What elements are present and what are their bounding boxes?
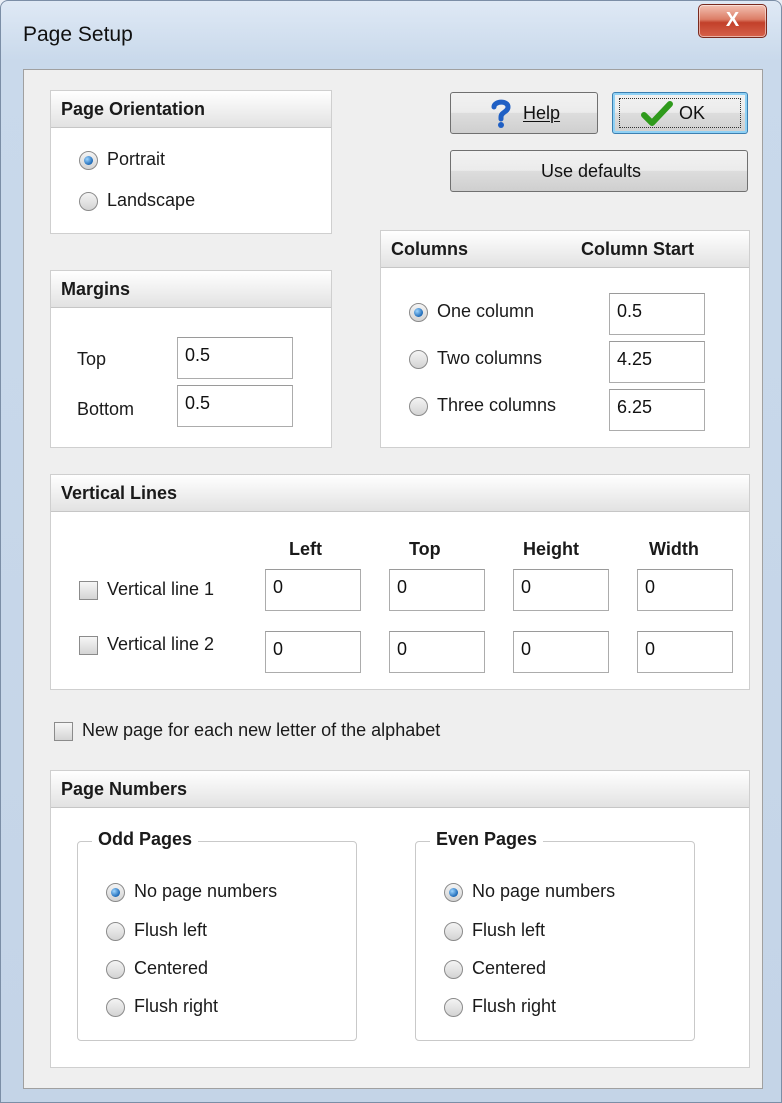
vertical-lines-title: Vertical Lines — [61, 483, 178, 503]
odd-flush-right-radio[interactable] — [106, 998, 125, 1017]
even-pages-group: Even Pages No page numbers Flush left Ce… — [415, 829, 695, 1041]
dialog-body: Page Orientation Portrait Landscape Help… — [23, 69, 763, 1089]
vertical-line-2-label[interactable]: Vertical line 2 — [107, 634, 214, 655]
one-column-label[interactable]: One column — [437, 301, 534, 322]
vl1-width-field[interactable]: 0 — [637, 569, 733, 611]
two-columns-radio[interactable] — [409, 350, 428, 369]
odd-no-numbers-radio[interactable] — [106, 883, 125, 902]
even-no-numbers-radio[interactable] — [444, 883, 463, 902]
column-start-1-field[interactable]: 0.5 — [609, 293, 705, 335]
alphabet-new-page-checkbox[interactable] — [54, 722, 73, 741]
three-columns-label[interactable]: Three columns — [437, 395, 556, 416]
orientation-title: Page Orientation — [61, 99, 206, 119]
odd-pages-group: Odd Pages No page numbers Flush left Cen… — [77, 829, 357, 1041]
close-button[interactable]: X — [698, 4, 767, 38]
odd-pages-title: Odd Pages — [92, 829, 199, 850]
ok-button-label: OK — [679, 103, 706, 123]
even-no-numbers-label[interactable]: No page numbers — [472, 881, 615, 902]
column-start-2-field[interactable]: 4.25 — [609, 341, 705, 383]
page-numbers-header: Page Numbers — [51, 771, 749, 808]
margin-bottom-label: Bottom — [77, 399, 135, 419]
odd-no-numbers-label[interactable]: No page numbers — [134, 881, 277, 902]
alphabet-new-page-label[interactable]: New page for each new letter of the alph… — [82, 720, 440, 741]
checkmark-icon — [641, 101, 673, 126]
close-icon: X — [725, 9, 740, 31]
vl2-left-field[interactable]: 0 — [265, 631, 361, 673]
even-flush-left-radio[interactable] — [444, 922, 463, 941]
orientation-header: Page Orientation — [51, 91, 331, 128]
margins-header: Margins — [51, 271, 331, 308]
column-start-3-field[interactable]: 6.25 — [609, 389, 705, 431]
help-button[interactable]: Help — [450, 92, 598, 134]
margin-top-label: Top — [77, 349, 107, 369]
even-pages-title: Even Pages — [430, 829, 544, 850]
three-columns-radio[interactable] — [409, 397, 428, 416]
even-centered-label[interactable]: Centered — [472, 958, 546, 979]
use-defaults-label: Use defaults — [541, 161, 642, 181]
margin-top-field[interactable]: 0.5 — [177, 337, 293, 379]
columns-panel: Columns Column Start One column 0.5 Two … — [380, 230, 750, 448]
odd-flush-left-radio[interactable] — [106, 922, 125, 941]
window-title: Page Setup — [23, 23, 133, 46]
vertical-line-1-checkbox[interactable] — [79, 581, 98, 600]
page-numbers-panel: Page Numbers Odd Pages No page numbers F… — [50, 770, 750, 1068]
margin-bottom-field[interactable]: 0.5 — [177, 385, 293, 427]
landscape-radio[interactable] — [79, 192, 98, 211]
vl1-top-field[interactable]: 0 — [389, 569, 485, 611]
orientation-panel: Page Orientation Portrait Landscape — [50, 90, 332, 234]
vertical-line-1-label[interactable]: Vertical line 1 — [107, 579, 214, 600]
columns-header: Columns Column Start — [381, 231, 749, 268]
vertical-lines-panel: Vertical Lines Left Top Height Width Ver… — [50, 474, 750, 690]
margins-panel: Margins Top 0.5 Bottom 0.5 — [50, 270, 332, 448]
page-numbers-title: Page Numbers — [61, 779, 188, 799]
question-mark-icon — [491, 99, 511, 128]
ok-button[interactable]: OK — [612, 92, 748, 134]
col-header-height: Height — [523, 539, 579, 559]
vl2-width-field[interactable]: 0 — [637, 631, 733, 673]
vl1-left-field[interactable]: 0 — [265, 569, 361, 611]
col-header-width: Width — [649, 539, 699, 559]
odd-flush-left-label[interactable]: Flush left — [134, 920, 207, 941]
even-flush-right-radio[interactable] — [444, 998, 463, 1017]
portrait-radio[interactable] — [79, 151, 98, 170]
vl2-height-field[interactable]: 0 — [513, 631, 609, 673]
portrait-label[interactable]: Portrait — [107, 149, 165, 170]
columns-title: Columns — [391, 239, 469, 259]
use-defaults-button[interactable]: Use defaults — [450, 150, 748, 192]
vertical-lines-header: Vertical Lines — [51, 475, 749, 512]
column-start-title: Column Start — [581, 239, 695, 259]
col-header-left: Left — [289, 539, 322, 559]
odd-flush-right-label[interactable]: Flush right — [134, 996, 218, 1017]
two-columns-label[interactable]: Two columns — [437, 348, 542, 369]
page-setup-window: Page Setup X Page Orientation Portrait L… — [0, 0, 782, 1103]
one-column-radio[interactable] — [409, 303, 428, 322]
margins-title: Margins — [61, 279, 131, 299]
landscape-label[interactable]: Landscape — [107, 190, 195, 211]
help-button-label: Help — [523, 103, 561, 123]
even-centered-radio[interactable] — [444, 960, 463, 979]
odd-centered-label[interactable]: Centered — [134, 958, 208, 979]
vl2-top-field[interactable]: 0 — [389, 631, 485, 673]
even-flush-left-label[interactable]: Flush left — [472, 920, 545, 941]
even-flush-right-label[interactable]: Flush right — [472, 996, 556, 1017]
col-header-top: Top — [409, 539, 441, 559]
odd-centered-radio[interactable] — [106, 960, 125, 979]
vertical-line-2-checkbox[interactable] — [79, 636, 98, 655]
vl1-height-field[interactable]: 0 — [513, 569, 609, 611]
title-bar[interactable]: Page Setup X — [1, 1, 781, 69]
